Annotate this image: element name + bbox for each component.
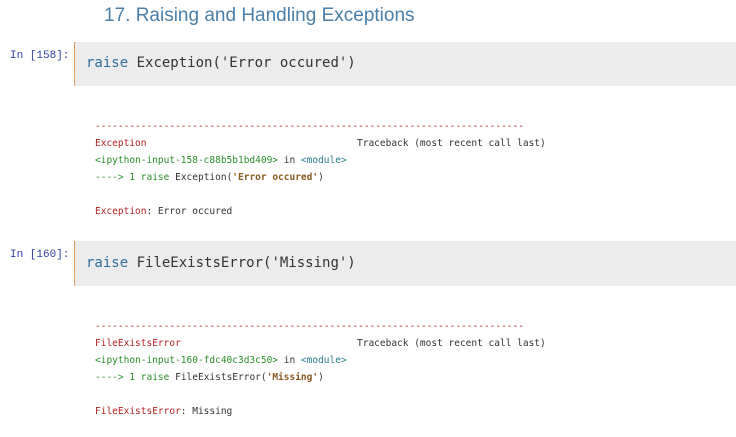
file-reference: <ipython-input-158-c88b5b1bd409> — [95, 155, 279, 166]
module-name: <module> — [300, 355, 347, 366]
traceback-code-line: ----> 1 raise FileExistsError('Missing') — [95, 372, 324, 383]
code-cell-input[interactable]: raise FileExistsError('Missing') — [74, 241, 736, 286]
code-keyword: raise — [86, 255, 129, 271]
traceback-label: Traceback (most recent call last) — [357, 338, 546, 349]
file-reference: <ipython-input-160-fdc40c3d3c50> — [95, 355, 279, 366]
traceback-output: ----------------------------------------… — [95, 101, 546, 237]
module-name: <module> — [300, 155, 347, 166]
traceback-separator: ----------------------------------------… — [95, 321, 524, 332]
cell-drag-handle[interactable] — [74, 241, 78, 271]
exception-message: Exception: Error occured — [95, 206, 233, 217]
cell-prompt: In [160]: — [10, 249, 70, 261]
code-keyword: raise — [86, 55, 129, 71]
code-line: raise FileExistsError('Missing') — [86, 255, 356, 271]
exception-message: FileExistsError: Missing — [95, 406, 233, 417]
section-heading: 17. Raising and Handling Exceptions — [104, 5, 415, 26]
error-arrow: ----> 1 — [95, 172, 141, 183]
traceback-separator: ----------------------------------------… — [95, 121, 524, 132]
traceback-header: Exception Traceback (most recent call las… — [95, 135, 546, 152]
code-text: FileExistsError('Missing') — [128, 255, 356, 271]
code-line: raise Exception('Error occured') — [86, 55, 356, 71]
exception-name: FileExistsError — [95, 338, 181, 349]
code-text: Exception('Error occured') — [128, 55, 356, 71]
traceback-header: FileExistsError Traceback (most recent ca… — [95, 335, 546, 352]
traceback-file-line: <ipython-input-158-c88b5b1bd409> in <mod… — [95, 155, 347, 166]
exception-name: Exception — [95, 138, 147, 149]
error-arrow: ----> 1 — [95, 372, 141, 383]
traceback-code-line: ----> 1 raise Exception('Error occured') — [95, 172, 324, 183]
traceback-file-line: <ipython-input-160-fdc40c3d3c50> in <mod… — [95, 355, 347, 366]
traceback-label: Traceback (most recent call last) — [357, 138, 546, 149]
cell-drag-handle[interactable] — [74, 42, 78, 72]
traceback-output: ----------------------------------------… — [95, 301, 546, 437]
cell-prompt: In [158]: — [10, 50, 70, 62]
code-cell-input[interactable]: raise Exception('Error occured') — [74, 42, 736, 86]
